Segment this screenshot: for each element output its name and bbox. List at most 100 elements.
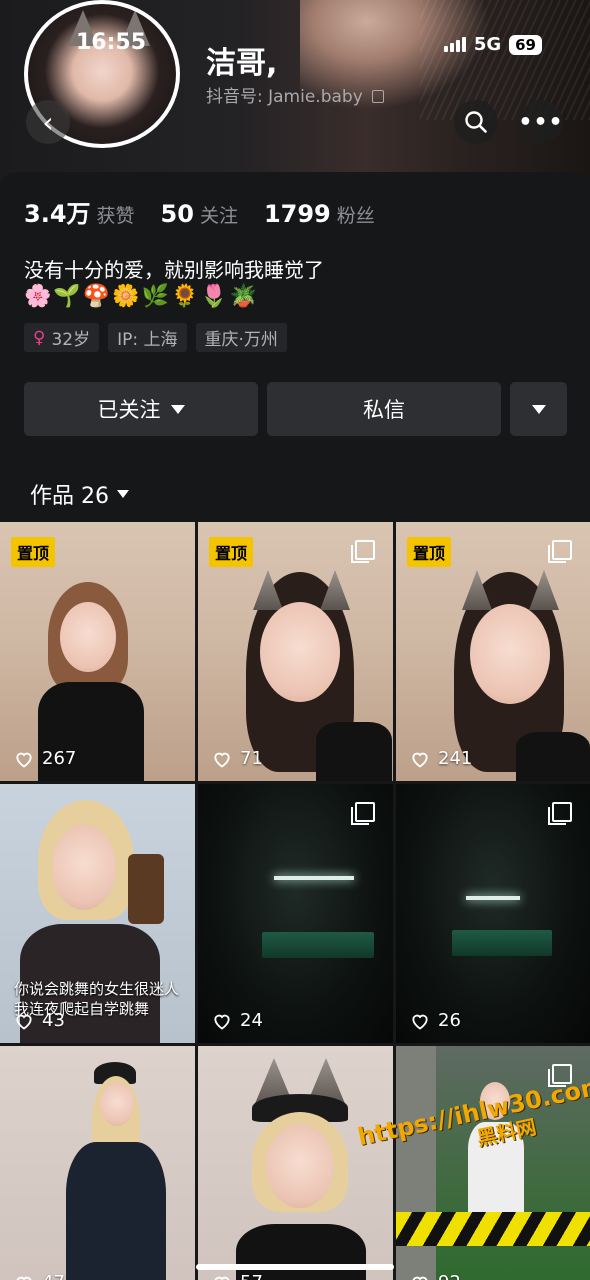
post-likes: 47 <box>14 1272 65 1280</box>
message-label: 私信 <box>363 398 405 422</box>
following-button[interactable]: 已关注 <box>24 382 258 436</box>
ceiling-lamp <box>274 876 354 880</box>
profile-bio: 没有十分的爱，就别影响我睡觉了 <box>24 258 324 282</box>
post-thumbnail[interactable]: 置顶 267 <box>0 522 195 781</box>
stat-number: 50 <box>160 200 194 228</box>
post-thumbnail[interactable]: 47 <box>0 1046 195 1280</box>
bio-emojis: 🌸🌱🍄🌼🌿🌻🌷🪴 <box>24 284 260 309</box>
back-button[interactable]: ‹ <box>26 100 70 144</box>
likes-count: 71 <box>240 748 263 769</box>
thumb-top <box>316 722 392 781</box>
works-tab[interactable]: 作品 26 <box>30 478 129 510</box>
back-icon: ‹ <box>42 105 54 139</box>
pinned-badge: 置顶 <box>11 537 56 567</box>
pool-table <box>262 932 374 958</box>
post-thumbnail[interactable]: 置顶 71 <box>198 522 393 781</box>
stat-likes[interactable]: 3.4万 获赞 <box>24 194 135 229</box>
hazard-stripe <box>396 1212 590 1246</box>
posts-grid: 置顶 267 置顶 71 置顶 241 你说会跳舞的女生很迷人 我连夜爬起自学跳… <box>0 522 590 1280</box>
age-text: 32岁 <box>51 330 91 350</box>
stat-number: 3.4万 <box>24 200 91 228</box>
message-button[interactable]: 私信 <box>267 382 501 436</box>
signal-icon <box>443 37 466 52</box>
likes-count: 267 <box>42 748 77 769</box>
recommend-dropdown-button[interactable] <box>510 382 567 436</box>
chevron-down-icon <box>170 404 185 414</box>
douyin-id[interactable]: 抖音号: Jamie.baby <box>206 82 385 107</box>
post-likes: 241 <box>410 748 472 769</box>
works-label: 作品 26 <box>30 484 109 509</box>
post-likes: 26 <box>410 1010 461 1031</box>
search-icon <box>465 111 487 133</box>
profile-stats: 3.4万 获赞 50 关注 1799 粉丝 <box>24 194 375 229</box>
likes-count: 57 <box>240 1272 263 1280</box>
post-likes: 92 <box>410 1272 461 1280</box>
stat-number: 1799 <box>263 200 331 228</box>
female-icon: ♀ <box>33 327 46 348</box>
thumb-top <box>516 732 590 781</box>
status-time: 16:55 <box>76 30 147 55</box>
profile-tags: ♀ 32岁 IP: 上海 重庆·万州 <box>24 323 287 352</box>
post-likes: 24 <box>212 1010 263 1031</box>
heart-icon <box>412 1276 428 1280</box>
following-label: 已关注 <box>97 398 161 422</box>
heart-icon <box>412 752 428 768</box>
heart-icon <box>16 1276 32 1280</box>
post-caption: 你说会跳舞的女生很迷人 <box>14 980 180 998</box>
pinned-badge: 置顶 <box>407 537 452 567</box>
post-thumbnail[interactable]: 置顶 241 <box>396 522 590 781</box>
likes-count: 26 <box>438 1010 461 1031</box>
thumb-face <box>100 1082 134 1126</box>
more-icon: ••• <box>518 109 564 135</box>
post-likes: 267 <box>14 748 76 769</box>
battery-icon: 69 <box>509 34 542 55</box>
thumb-face <box>266 1124 334 1208</box>
multi-image-icon <box>548 540 572 563</box>
action-buttons: 已关注 私信 <box>24 382 567 436</box>
network-type: 5G <box>473 34 502 55</box>
likes-count: 43 <box>42 1010 65 1031</box>
pinned-badge: 置顶 <box>209 537 254 567</box>
heart-icon <box>16 752 32 768</box>
banner-veil <box>420 0 590 120</box>
thumb-face <box>60 602 116 672</box>
douyin-id-text: 抖音号: Jamie.baby <box>206 87 363 107</box>
multi-image-icon <box>548 802 572 825</box>
stat-label: 粉丝 <box>336 205 375 227</box>
chevron-down-icon <box>531 404 546 414</box>
ceiling-lamp <box>466 896 520 900</box>
post-thumbnail[interactable]: 26 <box>396 784 590 1043</box>
thumb-face <box>52 824 116 910</box>
thumb-face <box>470 604 550 704</box>
thumb-top <box>66 1142 166 1280</box>
likes-count: 47 <box>42 1272 65 1280</box>
heart-icon <box>412 1014 428 1030</box>
pool-table <box>452 930 552 956</box>
location-tag: 重庆·万州 <box>195 323 287 352</box>
search-button[interactable] <box>454 100 498 144</box>
multi-image-icon <box>351 540 375 563</box>
post-likes: 43 <box>14 1010 65 1031</box>
more-button[interactable]: ••• <box>518 100 564 144</box>
thumb-face <box>260 602 340 702</box>
copy-icon[interactable] <box>372 90 385 103</box>
post-likes: 71 <box>212 748 263 769</box>
post-likes: 57 <box>212 1272 263 1280</box>
stat-followers[interactable]: 1799 粉丝 <box>264 200 375 228</box>
post-thumbnail[interactable]: 你说会跳舞的女生很迷人 我连夜爬起自学跳舞 43 <box>0 784 195 1043</box>
likes-count: 92 <box>438 1272 461 1280</box>
heart-icon <box>214 1014 230 1030</box>
likes-count: 24 <box>240 1010 263 1031</box>
phone-case <box>128 854 164 924</box>
chevron-down-icon <box>117 490 129 498</box>
status-indicators: 5G 69 <box>443 34 542 55</box>
stat-following[interactable]: 50 关注 <box>161 200 238 228</box>
stat-label: 关注 <box>199 205 238 227</box>
ip-tag: IP: 上海 <box>108 323 187 352</box>
stat-label: 获赞 <box>96 205 135 227</box>
profile-name: 洁哥, <box>206 46 278 81</box>
age-tag: ♀ 32岁 <box>24 323 100 352</box>
post-thumbnail[interactable]: 24 <box>198 784 393 1043</box>
likes-count: 241 <box>438 748 473 769</box>
home-indicator[interactable] <box>196 1264 394 1270</box>
